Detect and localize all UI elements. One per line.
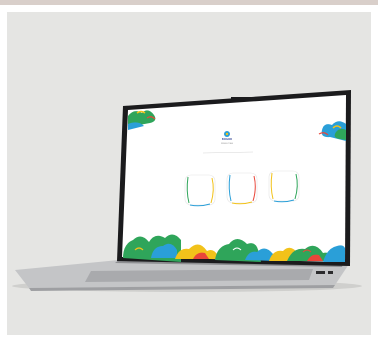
product-photo: BOGOR PENELITIAN — [7, 12, 371, 335]
brand-line: PENELITIAN — [220, 143, 234, 145]
brand-subtitle: PENELITIAN — [217, 143, 237, 146]
brand-title: BOGOR — [217, 138, 237, 142]
laptop-icon — [12, 90, 362, 292]
menu-card[interactable] — [184, 174, 216, 207]
keyboard-area — [85, 269, 313, 282]
brand-line: BOGOR — [221, 138, 233, 141]
camera-notch — [231, 97, 251, 101]
top-strip — [0, 0, 378, 5]
usb-port — [328, 271, 333, 274]
menu-card[interactable] — [268, 170, 300, 203]
brand-logo — [224, 131, 230, 137]
menu-card[interactable] — [226, 172, 258, 205]
usb-port — [316, 271, 325, 274]
